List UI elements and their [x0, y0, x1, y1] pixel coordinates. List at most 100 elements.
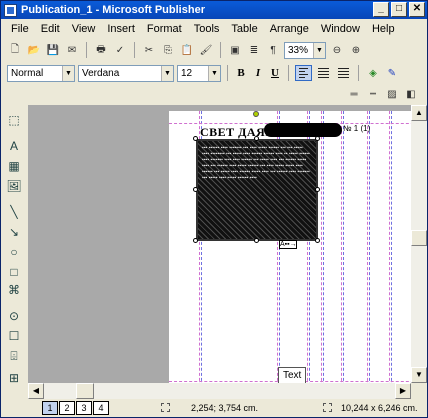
chevron-down-icon[interactable]: ▼	[62, 65, 74, 81]
form-control-icon[interactable]: ☐	[7, 329, 21, 343]
underline-icon[interactable]: U	[268, 67, 282, 79]
resize-handle[interactable]	[193, 187, 198, 192]
issue-label[interactable]: № 1 (1)	[343, 124, 370, 133]
page-button-1[interactable]: 1	[42, 401, 58, 415]
close-button[interactable]: ✕	[409, 2, 425, 17]
open-icon[interactable]: 📂	[26, 42, 42, 58]
text-tooltip: Text	[278, 367, 307, 383]
publication-page[interactable]: СВЕТ ДАЯНЬЯ № 1 (1) ▪▪▪ ▪▪▪▪▪▪ ▪▪▪▪ ▪▪▪▪…	[169, 111, 411, 383]
text-box-icon[interactable]: A	[7, 139, 21, 153]
shadow-icon[interactable]: ▨	[384, 86, 400, 102]
line-color-icon[interactable]: ✎	[384, 65, 400, 81]
toolbar-separator	[134, 42, 135, 58]
chevron-down-icon[interactable]: ▼	[313, 42, 325, 58]
menu-tools[interactable]: Tools	[188, 23, 226, 35]
scroll-down-icon[interactable]: ▼	[411, 367, 427, 383]
align-left-icon[interactable]	[295, 65, 312, 81]
scroll-right-icon[interactable]: ▶	[395, 383, 411, 399]
selection-hatch	[198, 141, 316, 239]
align-center-icon[interactable]	[315, 65, 332, 81]
font-size-combo[interactable]: 12 ▼	[177, 64, 221, 82]
3d-style-icon[interactable]: ◧	[403, 86, 419, 102]
print-icon[interactable]: 🖶	[93, 42, 109, 58]
save-icon[interactable]: 💾	[45, 42, 61, 58]
menu-table[interactable]: Table	[225, 23, 263, 35]
oval-icon[interactable]: ○	[7, 245, 21, 259]
title-bar: Publication_1 - Microsoft Publisher _ □ …	[1, 1, 427, 19]
pilcrow-icon[interactable]: ¶	[265, 42, 281, 58]
menu-insert[interactable]: Insert	[101, 23, 141, 35]
horizontal-scroll-thumb[interactable]	[76, 383, 94, 399]
column-guide	[323, 111, 324, 383]
minimize-button[interactable]: _	[373, 2, 389, 17]
selected-text-frame[interactable]: ▪▪▪ ▪▪▪▪▪▪ ▪▪▪▪ ▪▪▪▪▪▪▪ ▪▪▪ ▪▪▪▪ ▪▪▪▪▪ ▪…	[196, 139, 318, 241]
fill-color-icon[interactable]: ◈	[365, 65, 381, 81]
standard-toolbar: 🗋 📂 💾 ✉ 🖶 ✓ ✂ ⎘ 📋 🖌 ▣ ≣ ¶ 33% ▼ ⊖ ⊕	[1, 39, 427, 61]
cut-icon[interactable]: ✂	[141, 42, 157, 58]
resize-handle[interactable]	[254, 136, 259, 141]
line-style-icon[interactable]: ═	[346, 86, 362, 102]
select-objects-icon[interactable]: ⬚	[7, 113, 21, 127]
toolbar-separator	[358, 65, 359, 81]
menu-bar: File Edit View Insert Format Tools Table…	[1, 20, 427, 38]
dash-style-icon[interactable]: ┅	[365, 86, 381, 102]
italic-icon[interactable]: I	[251, 67, 265, 79]
paste-icon[interactable]: 📋	[179, 42, 195, 58]
insert-table-icon[interactable]: ▦	[7, 159, 21, 173]
resize-handle[interactable]	[254, 238, 259, 243]
columns-icon[interactable]: ≣	[246, 42, 262, 58]
maximize-button[interactable]: □	[391, 2, 407, 17]
bold-icon[interactable]: B	[234, 67, 248, 79]
arrow-icon[interactable]: ↘	[7, 225, 21, 239]
font-value: Verdana	[82, 67, 120, 79]
resize-handle[interactable]	[315, 136, 320, 141]
vertical-scroll-thumb[interactable]	[411, 230, 427, 246]
spelling-icon[interactable]: ✓	[112, 42, 128, 58]
rectangle-icon[interactable]: □	[7, 265, 21, 279]
zoom-out-icon[interactable]: ⊖	[329, 42, 345, 58]
publisher-app-icon[interactable]	[4, 3, 17, 17]
chevron-down-icon[interactable]: ▼	[161, 65, 173, 81]
menu-arrange[interactable]: Arrange	[264, 23, 315, 35]
vertical-scrollbar[interactable]: ▲ ▼	[411, 105, 427, 383]
menu-view[interactable]: View	[66, 23, 102, 35]
resize-handle[interactable]	[193, 136, 198, 141]
page-button-2[interactable]: 2	[59, 401, 75, 415]
menu-help[interactable]: Help	[366, 23, 401, 35]
page-button-3[interactable]: 3	[76, 401, 92, 415]
new-icon[interactable]: 🗋	[7, 42, 23, 58]
resize-handle[interactable]	[315, 238, 320, 243]
design-gallery-icon[interactable]: ⊞	[7, 371, 21, 385]
menu-edit[interactable]: Edit	[35, 23, 66, 35]
page-navigator: 1 2 3 4	[42, 401, 110, 415]
format-painter-icon[interactable]: 🖌	[198, 42, 214, 58]
insert-picture-icon[interactable]: ▣	[227, 42, 243, 58]
column-guide	[369, 111, 370, 383]
redacted-masthead	[264, 123, 342, 137]
email-icon[interactable]: ✉	[64, 42, 80, 58]
resize-handle[interactable]	[315, 187, 320, 192]
copy-icon[interactable]: ⎘	[160, 42, 176, 58]
autoshapes-icon[interactable]: ⌘	[7, 283, 21, 297]
html-fragment-icon[interactable]: ⌹	[7, 349, 21, 363]
rotate-handle[interactable]	[253, 111, 259, 117]
menu-file[interactable]: File	[5, 23, 35, 35]
menu-format[interactable]: Format	[141, 23, 188, 35]
picture-frame-icon[interactable]: 🖼	[6, 179, 21, 193]
menu-window[interactable]: Window	[315, 23, 366, 35]
justify-icon[interactable]	[335, 65, 352, 81]
chevron-down-icon[interactable]: ▼	[208, 65, 220, 81]
page-button-4[interactable]: 4	[93, 401, 109, 415]
style-combo[interactable]: Normal ▼	[7, 64, 75, 82]
scroll-left-icon[interactable]: ◀	[28, 383, 44, 399]
font-combo[interactable]: Verdana ▼	[78, 64, 174, 82]
text-overflow-indicator[interactable]: A▪▪→	[279, 240, 297, 249]
hot-spot-icon[interactable]: ⊙	[7, 309, 21, 323]
zoom-combo[interactable]: 33% ▼	[284, 41, 326, 59]
resize-handle[interactable]	[193, 238, 198, 243]
zoom-in-icon[interactable]: ⊕	[348, 42, 364, 58]
zoom-value: 33%	[288, 44, 309, 56]
horizontal-scrollbar[interactable]: ◀ ▶	[28, 383, 411, 399]
line-icon[interactable]: ╲	[7, 205, 21, 219]
scroll-up-icon[interactable]: ▲	[411, 105, 427, 121]
